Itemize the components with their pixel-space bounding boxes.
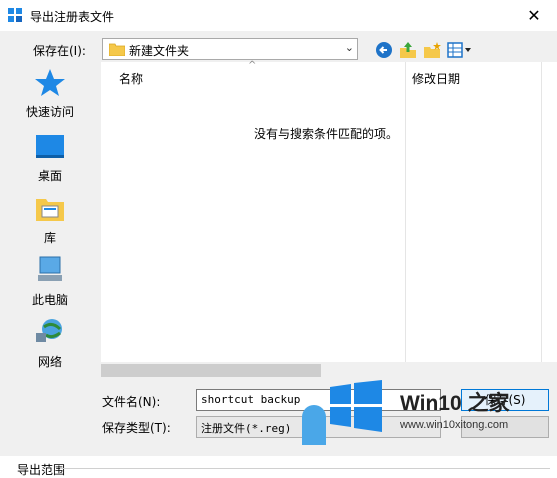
title-bar: 导出注册表文件 ✕ xyxy=(0,0,557,31)
save-in-label: 保存在(I): xyxy=(33,44,86,58)
place-quick-access[interactable]: 快速访问 xyxy=(0,67,100,129)
place-label: 桌面 xyxy=(37,169,62,183)
place-label: 快速访问 xyxy=(25,105,74,119)
column-header-name[interactable]: 名称 xyxy=(119,70,143,87)
regedit-icon xyxy=(8,8,22,22)
watermark-url: www.win10xitong.com xyxy=(400,419,509,431)
watermark-title: Win10 之家 xyxy=(400,392,510,415)
library-icon xyxy=(36,199,64,221)
new-folder-icon[interactable] xyxy=(422,40,442,60)
place-this-pc[interactable]: 此电脑 xyxy=(0,255,100,317)
desktop-icon xyxy=(36,135,64,158)
back-icon[interactable] xyxy=(374,40,394,60)
up-folder-icon[interactable] xyxy=(398,40,418,60)
windows-logo-icon xyxy=(330,380,382,432)
file-list[interactable]: ^ 名称 修改日期 没有与搜索条件匹配的项。 xyxy=(101,60,557,362)
bird-icon xyxy=(302,405,326,445)
column-header-modified[interactable]: 修改日期 xyxy=(412,70,460,87)
network-icon xyxy=(36,319,62,342)
empty-message: 没有与搜索条件匹配的项。 xyxy=(254,127,399,141)
quick-access-star-icon xyxy=(35,69,65,96)
place-label: 网络 xyxy=(37,355,62,369)
place-label: 此电脑 xyxy=(31,293,68,307)
chevron-down-icon[interactable]: ⌄ xyxy=(345,41,354,54)
places-bar: 快速访问 桌面 库 此电脑 网络 xyxy=(0,67,100,391)
sort-ascending-icon: ^ xyxy=(248,60,257,71)
scrollbar-thumb[interactable] xyxy=(101,364,321,377)
export-range-label: 导出范围 xyxy=(17,463,66,477)
place-network[interactable]: 网络 xyxy=(0,317,100,379)
place-label: 库 xyxy=(43,231,56,245)
column-divider xyxy=(541,62,542,362)
column-divider xyxy=(405,62,406,362)
place-desktop[interactable]: 桌面 xyxy=(0,131,100,193)
place-library[interactable]: 库 xyxy=(0,193,100,255)
folder-icon xyxy=(109,43,125,56)
filetype-label: 保存类型(T): xyxy=(102,421,171,435)
group-divider xyxy=(60,468,550,469)
filename-label: 文件名(N): xyxy=(102,395,161,409)
close-button[interactable]: ✕ xyxy=(511,0,557,31)
watermark: Win10 之家 www.win10xitong.com xyxy=(302,365,557,445)
view-menu-icon[interactable] xyxy=(446,40,474,60)
computer-icon xyxy=(38,256,62,281)
save-in-value: 新建文件夹 xyxy=(129,44,190,58)
window-title: 导出注册表文件 xyxy=(30,10,115,24)
save-in-combo[interactable]: 新建文件夹 ⌄ xyxy=(102,38,358,60)
